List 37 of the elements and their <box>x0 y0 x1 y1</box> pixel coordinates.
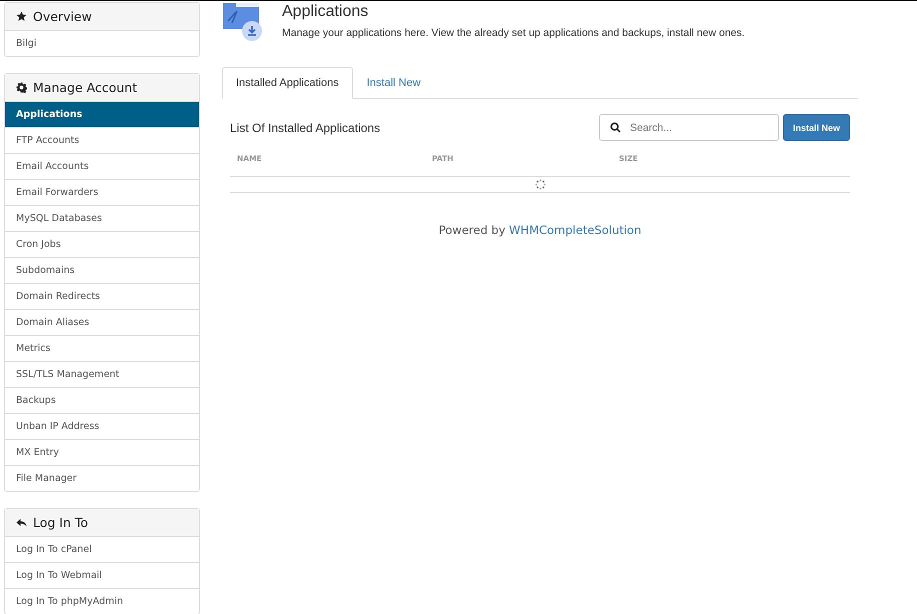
sidebar-item[interactable]: File Manager <box>5 465 199 491</box>
sidebar-item[interactable]: Domain Redirects <box>5 283 199 309</box>
sidebar-item[interactable]: MX Entry <box>5 439 199 465</box>
settings-icon <box>16 82 27 93</box>
sidebar-item[interactable]: Log In To cPanel <box>5 537 199 562</box>
page-title: Applications <box>282 3 370 21</box>
sidebar-item[interactable]: Applications <box>5 102 199 127</box>
panel-title: Overview <box>33 9 92 24</box>
sidebar-item[interactable]: Email Accounts <box>5 153 199 179</box>
sidebar-item[interactable]: SSL/TLS Management <box>5 361 199 387</box>
sidebar-item[interactable]: Bilgi <box>5 31 199 56</box>
panel-title: Manage Account <box>33 80 138 95</box>
sidebar-item[interactable]: Unban IP Address <box>5 413 199 439</box>
sidebar-item[interactable]: Log In To phpMyAdmin <box>5 588 199 614</box>
star-icon <box>16 11 27 22</box>
sidebar-item[interactable]: MySQL Databases <box>5 205 199 231</box>
footer-text: Powered by WHMCompleteSolution <box>438 223 642 237</box>
loading-spinner-icon <box>534 179 546 190</box>
sidebar-item[interactable]: FTP Accounts <box>5 127 199 153</box>
tab[interactable]: Installed Applications <box>222 67 353 99</box>
sidebar-item[interactable]: Cron Jobs <box>5 231 199 257</box>
sidebar-item[interactable]: Metrics <box>5 335 199 361</box>
sidebar-item[interactable]: Subdomains <box>5 257 199 283</box>
panel-title: Log In To <box>33 515 88 530</box>
search-icon <box>610 122 621 133</box>
page-description: Manage your applications here. View the already set up applications and backups, install new ones. <box>282 27 745 39</box>
sidebar-item[interactable]: Backups <box>5 387 199 413</box>
folder-download-icon <box>222 1 264 41</box>
tab[interactable]: Install New <box>352 67 435 99</box>
footer-link[interactable]: WHMCompleteSolution <box>509 223 642 237</box>
install-new-button[interactable]: Install New <box>782 114 850 141</box>
sidebar-item[interactable]: Log In To Webmail <box>5 562 199 588</box>
sidebar-item[interactable]: Domain Aliases <box>5 309 199 335</box>
list-title: List Of Installed Applications <box>230 120 382 134</box>
reply-icon <box>16 517 27 528</box>
search-field[interactable]: Search... <box>598 114 779 141</box>
sidebar-item[interactable]: Email Forwarders <box>5 179 199 205</box>
